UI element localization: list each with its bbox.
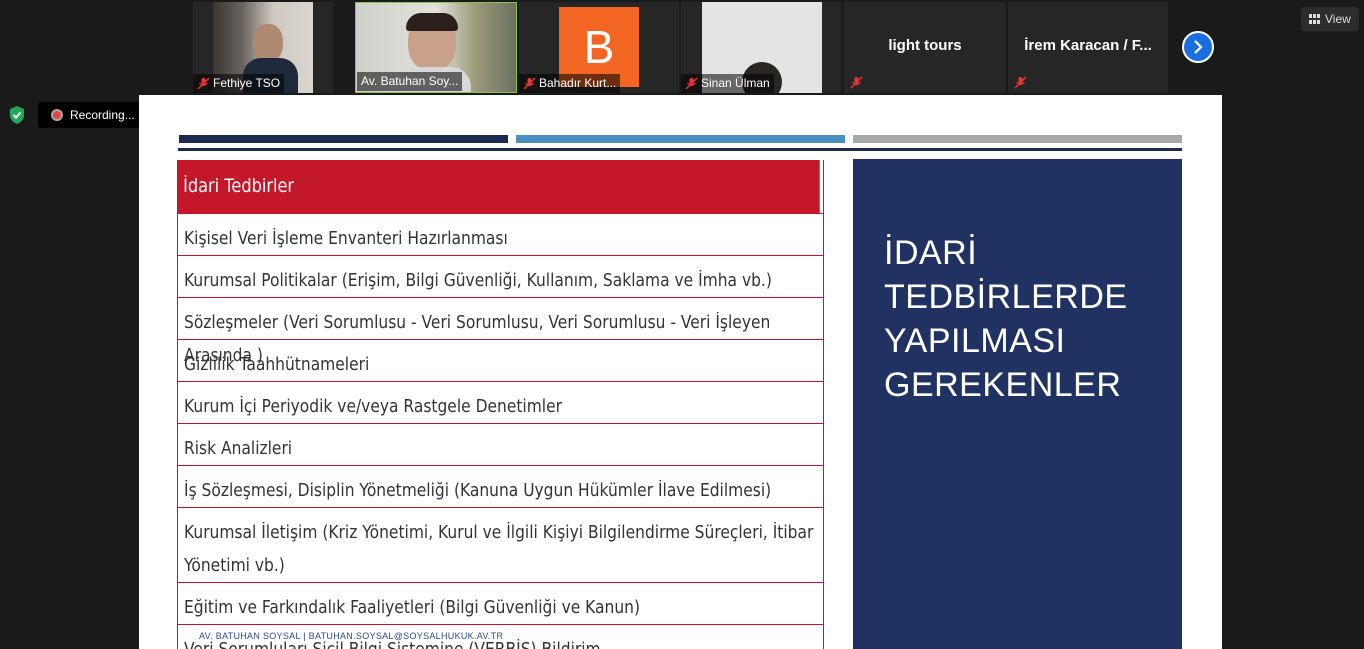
participant-name: light tours: [888, 37, 962, 54]
participant-tile-6[interactable]: İrem Karacan / F...: [1008, 2, 1168, 93]
table-row: Risk Analizleri: [178, 423, 823, 465]
slide-footer: AV. BATUHAN SOYSAL | BATUHAN.SOYSAL@SOYS…: [199, 631, 504, 641]
divider-line: [178, 148, 1182, 151]
section-title: İDARİ TEDBİRLERDE YAPILMASI GEREKENLER: [884, 234, 1128, 404]
section-title-panel: İDARİ TEDBİRLERDE YAPILMASI GEREKENLER: [853, 159, 1182, 649]
table-row: Eğitim ve Farkındalık Faaliyetleri (Bilg…: [178, 582, 823, 624]
mic-muted-icon: [685, 77, 698, 90]
table-row: Kurumsal Politikalar (Erişim, Bilgi Güve…: [178, 255, 823, 297]
mic-muted-icon: [197, 77, 210, 90]
table-row: Kurumsal İletişim (Kriz Yönetimi, Kurul …: [178, 507, 823, 582]
accent-bar-navy: [179, 135, 508, 143]
table-row: Kişisel Veri İşleme Envanteri Hazırlanma…: [178, 213, 823, 255]
recording-label: Recording...: [70, 108, 135, 122]
participant-name: Fethiye TSO: [193, 74, 285, 93]
participant-name: Bahadır Kurt...: [519, 74, 621, 93]
accent-bar-blue: [516, 135, 845, 143]
next-page-button[interactable]: [1182, 31, 1214, 63]
table-row: İş Sözleşmesi, Disiplin Yönetmeliği (Kan…: [178, 465, 823, 507]
recording-dot-icon: [51, 109, 63, 121]
shared-screen-slide: İdari Tedbirler Kişisel Veri İşleme Enva…: [139, 95, 1222, 649]
accent-bar-gray: [853, 135, 1182, 143]
mic-muted-icon: [1014, 76, 1027, 89]
participant-name: Sinan Ülman: [681, 74, 774, 93]
mic-muted-icon: [523, 77, 536, 90]
view-button-label: View: [1325, 12, 1351, 26]
participant-tile-1[interactable]: Fethiye TSO: [193, 2, 333, 93]
security-shield-icon[interactable]: [8, 105, 26, 130]
table-row: Kurum İçi Periyodik ve/veya Rastgele Den…: [178, 381, 823, 423]
participant-name: İrem Karacan / F...: [1024, 37, 1152, 54]
participant-tile-3[interactable]: B Bahadır Kurt...: [519, 2, 679, 93]
mic-muted-icon: [850, 76, 863, 89]
participant-tile-4[interactable]: Sinan Ülman: [681, 2, 841, 93]
participant-name: Av. Batuhan Soy...: [357, 72, 463, 91]
grid-icon: [1309, 14, 1320, 24]
measures-table: İdari Tedbirler Kişisel Veri İşleme Enva…: [177, 160, 824, 649]
view-button[interactable]: View: [1301, 7, 1359, 31]
participant-tile-2[interactable]: Av. Batuhan Soy...: [355, 2, 517, 93]
chevron-right-icon: [1194, 40, 1203, 54]
table-header: İdari Tedbirler: [178, 160, 820, 213]
participant-tile-5[interactable]: light tours: [844, 2, 1006, 93]
table-row: Sözleşmeler (Veri Sorumlusu - Veri Sorum…: [178, 297, 823, 366]
